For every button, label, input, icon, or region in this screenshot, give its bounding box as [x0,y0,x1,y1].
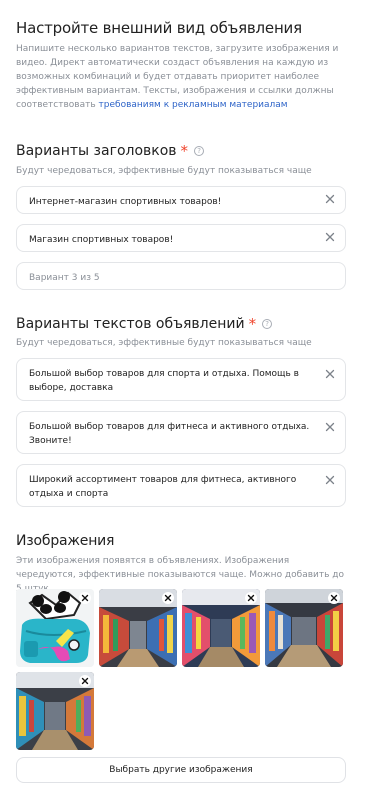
required-mark: * [180,142,189,160]
remove-image-icon[interactable] [79,592,91,604]
headlines-title: Варианты заголовков * ? [16,142,205,160]
image-thumbnail-3[interactable] [182,589,260,667]
choose-images-button[interactable]: Выбрать другие изображения [16,757,346,783]
image-thumbnail-1[interactable] [16,589,94,667]
help-icon[interactable]: ? [262,319,273,329]
headline-input-2[interactable]: Магазин спортивных товаров! [16,224,346,252]
clear-icon[interactable] [324,421,336,433]
remove-image-icon[interactable] [162,592,174,604]
page-title: Настройте внешний вид объявления [16,19,302,37]
remove-image-icon[interactable] [245,592,257,604]
ad-texts-hint: Будут чередоваться, эффективные будут по… [16,338,312,348]
ad-texts-title: Варианты текстов объявлений * ? [16,315,273,333]
image-thumbnail-2[interactable] [99,589,177,667]
remove-image-icon[interactable] [79,675,91,687]
ad-text-input-1[interactable]: Большой выбор товаров для спорта и отдых… [16,358,346,401]
clear-icon[interactable] [324,231,336,243]
headline-placeholder: Вариант 3 из 5 [29,273,100,283]
clear-icon[interactable] [324,474,336,486]
clear-icon[interactable] [324,193,336,205]
headlines-hint: Будут чередоваться, эффективные будут по… [16,166,312,176]
ad-text-input-3[interactable]: Широкий ассортимент товаров для фитнеса,… [16,464,346,507]
image-thumbnail-5[interactable] [16,672,94,750]
page-description: Напишите несколько вариантов текстов, за… [16,44,339,110]
images-title: Изображения [16,533,115,549]
required-mark: * [248,315,257,333]
requirements-link[interactable]: требованиям к рекламным материалам [99,100,288,110]
headline-input-3[interactable]: Вариант 3 из 5 [16,262,346,290]
ad-text-input-2[interactable]: Большой выбор товаров для фитнеса и акти… [16,411,346,454]
clear-icon[interactable] [324,368,336,380]
ad-appearance-form: Настройте внешний вид объявления Напишит… [0,0,365,799]
help-icon[interactable]: ? [194,146,205,156]
headline-input-1[interactable]: Интернет-магазин спортивных товаров! [16,186,346,214]
remove-image-icon[interactable] [328,592,340,604]
image-thumbnail-4[interactable] [265,589,343,667]
